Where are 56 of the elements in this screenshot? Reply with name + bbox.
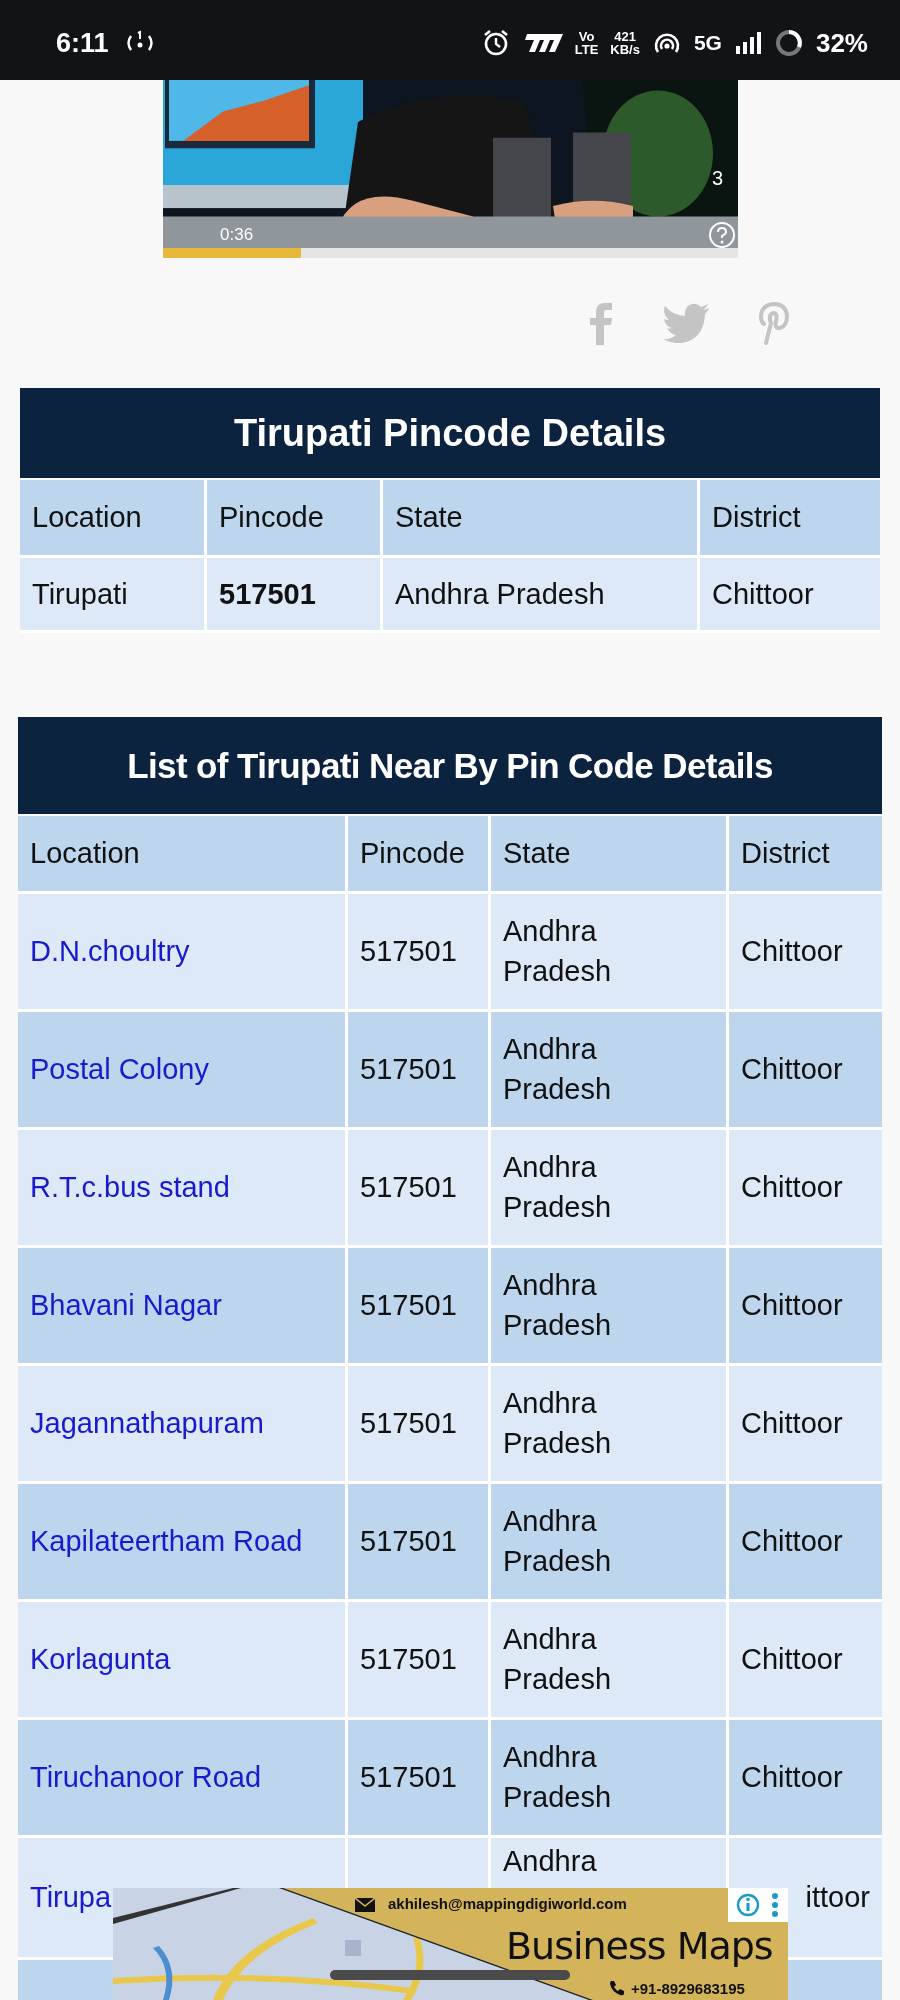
ad-phone: +91-8929683195: [631, 1980, 745, 1997]
location-link[interactable]: Tiruchanoor Road: [30, 1760, 262, 1793]
table-cell: Chittoor: [729, 1366, 882, 1484]
location-link[interactable]: Postal Colony: [30, 1052, 209, 1085]
table-cell: 517501: [348, 1366, 491, 1484]
table-cell: 517501: [207, 558, 383, 633]
table-cell: Chittoor: [729, 1484, 882, 1602]
table-title: Tirupati Pincode Details: [20, 388, 880, 478]
column-header: Location: [18, 816, 348, 894]
table-cell: 517501: [348, 1248, 491, 1366]
ad-banner[interactable]: akhilesh@mappingdigiworld.com Business Maps +91-8929683195: [113, 1888, 788, 2000]
table-cell: Chittoor: [729, 1602, 882, 1720]
table-cell: Andhra Pradesh: [491, 1602, 729, 1720]
table-cell: Chittoor: [700, 558, 880, 633]
clock-time: 6:11: [56, 27, 109, 59]
location-link[interactable]: Tirupa: [30, 1880, 112, 1913]
table-cell: Chittoor: [729, 1720, 882, 1838]
table-cell: 517501: [348, 1602, 491, 1720]
table-cell: Chittoor: [729, 1248, 882, 1366]
column-header: Location: [20, 480, 207, 558]
table-cell: Tirupati: [20, 558, 207, 633]
table-cell: 517501: [348, 1012, 491, 1130]
location-link[interactable]: Bhavani Nagar: [30, 1288, 222, 1321]
table-cell: 517501: [348, 1484, 491, 1602]
table-cell: Andhra Pradesh: [491, 1484, 729, 1602]
column-header: State: [491, 816, 729, 894]
table-cell: Andhra Pradesh: [491, 1248, 729, 1366]
volte-indicator: Vo LTE: [574, 30, 599, 56]
table-cell: Chittoor: [729, 1012, 882, 1130]
table-cell: Andhra Pradesh: [383, 558, 700, 633]
location-link[interactable]: Jagannathapuram: [30, 1406, 264, 1439]
table-cell: Andhra Pradesh: [491, 1130, 729, 1248]
column-header: State: [383, 480, 700, 558]
table-cell: Andhra Pradesh: [491, 1366, 729, 1484]
network-speed: 421 KB/s: [610, 30, 640, 56]
table-cell: 517501: [348, 1130, 491, 1248]
location-link[interactable]: Kapilateertham Road: [30, 1524, 303, 1557]
table-cell: Chittoor: [729, 1130, 882, 1248]
table-cell: Chittoor: [729, 894, 882, 1012]
column-header: Pincode: [348, 816, 491, 894]
video-time: 0:36: [220, 225, 254, 245]
column-header: Pincode: [207, 480, 383, 558]
table-cell: Andhra Pradesh: [491, 894, 729, 1012]
location-link[interactable]: D.N.choultry: [30, 934, 190, 967]
location-link[interactable]: Korlagunta: [30, 1642, 171, 1675]
table-cell: Andhra Pradesh: [491, 1012, 729, 1130]
column-header: District: [729, 816, 882, 894]
location-link[interactable]: R.T.c.bus stand: [30, 1170, 230, 1203]
table-cell: 517501: [348, 894, 491, 1012]
table-title: List of Tirupati Near By Pin Code Details: [18, 717, 882, 814]
table-cell: 517501: [348, 1720, 491, 1838]
video-counter: 3: [711, 167, 723, 190]
battery-percent: 32%: [815, 27, 868, 59]
column-header: District: [700, 480, 880, 558]
network-type: 5G: [693, 31, 722, 55]
table-cell: Andhra Pradesh: [491, 1720, 729, 1838]
